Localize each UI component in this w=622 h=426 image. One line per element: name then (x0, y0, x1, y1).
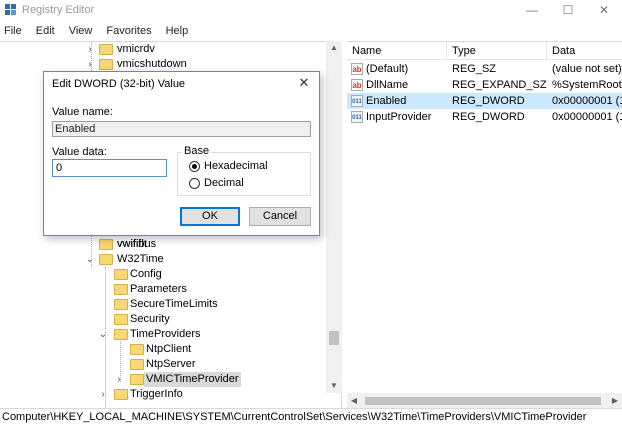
scroll-up-icon[interactable]: ▲ (326, 41, 342, 55)
base-groupbox (177, 152, 311, 196)
window-title: Registry Editor (22, 4, 95, 16)
folder-icon (99, 59, 113, 70)
chevron-down-icon[interactable]: ⌄ (98, 327, 108, 342)
menu-view[interactable]: View (65, 22, 93, 40)
value-name-field: Enabled (52, 121, 311, 137)
folder-icon (99, 254, 113, 265)
list-horizontal-scrollbar[interactable]: ◀ ▶ (347, 393, 622, 408)
chevron-right-icon[interactable]: › (98, 387, 108, 402)
column-header-name[interactable]: Name (347, 42, 447, 60)
decimal-radio[interactable] (189, 178, 200, 189)
tree-vertical-scrollbar[interactable]: ▲ ▼ (326, 41, 342, 393)
chevron-right-icon[interactable]: › (114, 372, 124, 387)
ok-button[interactable]: OK (180, 207, 240, 226)
folder-icon (99, 239, 113, 250)
status-bar-path: Computer\HKEY_LOCAL_MACHINE\SYSTEM\Curre… (0, 408, 622, 426)
registry-editor-icon (5, 4, 17, 16)
string-value-icon: ab (351, 79, 363, 91)
folder-icon (114, 284, 128, 295)
folder-icon (114, 329, 128, 340)
folder-icon (99, 44, 113, 55)
folder-icon (114, 299, 128, 310)
dialog-title: Edit DWORD (32-bit) Value (52, 78, 186, 90)
folder-icon (114, 269, 128, 280)
list-row[interactable]: 011 InputProvider REG_DWORD 0x00000001 (… (347, 109, 622, 125)
hexadecimal-radio[interactable] (189, 161, 200, 172)
title-bar: Registry Editor — ☐ ✕ (0, 0, 622, 20)
scroll-thumb[interactable] (329, 331, 339, 345)
scroll-left-icon[interactable]: ◀ (347, 393, 361, 408)
close-button[interactable]: ✕ (586, 0, 622, 20)
menu-edit[interactable]: Edit (32, 22, 55, 40)
dword-value-icon: 011 (351, 95, 363, 107)
string-value-icon: ab (351, 63, 363, 75)
base-label: Base (182, 145, 212, 157)
chevron-right-icon[interactable]: › (85, 57, 95, 72)
list-header: Name Type Data (347, 42, 622, 60)
column-header-data[interactable]: Data (547, 42, 622, 60)
value-name-label: Value name: (52, 106, 113, 118)
menu-favorites[interactable]: Favorites (102, 22, 151, 40)
folder-icon (130, 359, 144, 370)
dword-value-icon: 011 (351, 111, 363, 123)
hexadecimal-label[interactable]: Hexadecimal (204, 160, 268, 172)
column-header-type[interactable]: Type (447, 42, 547, 60)
menu-help[interactable]: Help (162, 22, 189, 40)
chevron-down-icon[interactable]: ⌄ (85, 252, 95, 267)
value-data-input[interactable] (52, 159, 167, 177)
scroll-thumb[interactable] (365, 397, 601, 405)
chevron-right-icon[interactable]: › (85, 42, 95, 57)
folder-icon (130, 344, 144, 355)
list-row-selected[interactable]: 011 Enabled REG_DWORD 0x00000001 (1) (347, 93, 622, 109)
menu-file[interactable]: File (0, 22, 22, 40)
value-data-label: Value data: (52, 146, 107, 158)
list-row[interactable]: ab DllName REG_EXPAND_SZ %SystemRoot%\ (347, 77, 622, 93)
edit-dword-dialog: Edit DWORD (32-bit) Value ✕ Value name: … (43, 71, 320, 236)
maximize-button[interactable]: ☐ (550, 0, 586, 20)
folder-icon (130, 374, 144, 385)
scroll-right-icon[interactable]: ▶ (608, 393, 622, 408)
folder-icon (114, 389, 128, 400)
cancel-button[interactable]: Cancel (249, 207, 311, 226)
minimize-button[interactable]: — (514, 0, 550, 20)
list-row[interactable]: ab (Default) REG_SZ (value not set) (347, 61, 622, 77)
menu-bar: File Edit View Favorites Help (0, 22, 622, 40)
folder-icon (114, 314, 128, 325)
decimal-label[interactable]: Decimal (204, 177, 244, 189)
close-icon[interactable]: ✕ (295, 75, 313, 91)
scroll-down-icon[interactable]: ▼ (326, 379, 342, 393)
values-list[interactable]: Name Type Data ab (Default) REG_SZ (valu… (347, 41, 622, 408)
